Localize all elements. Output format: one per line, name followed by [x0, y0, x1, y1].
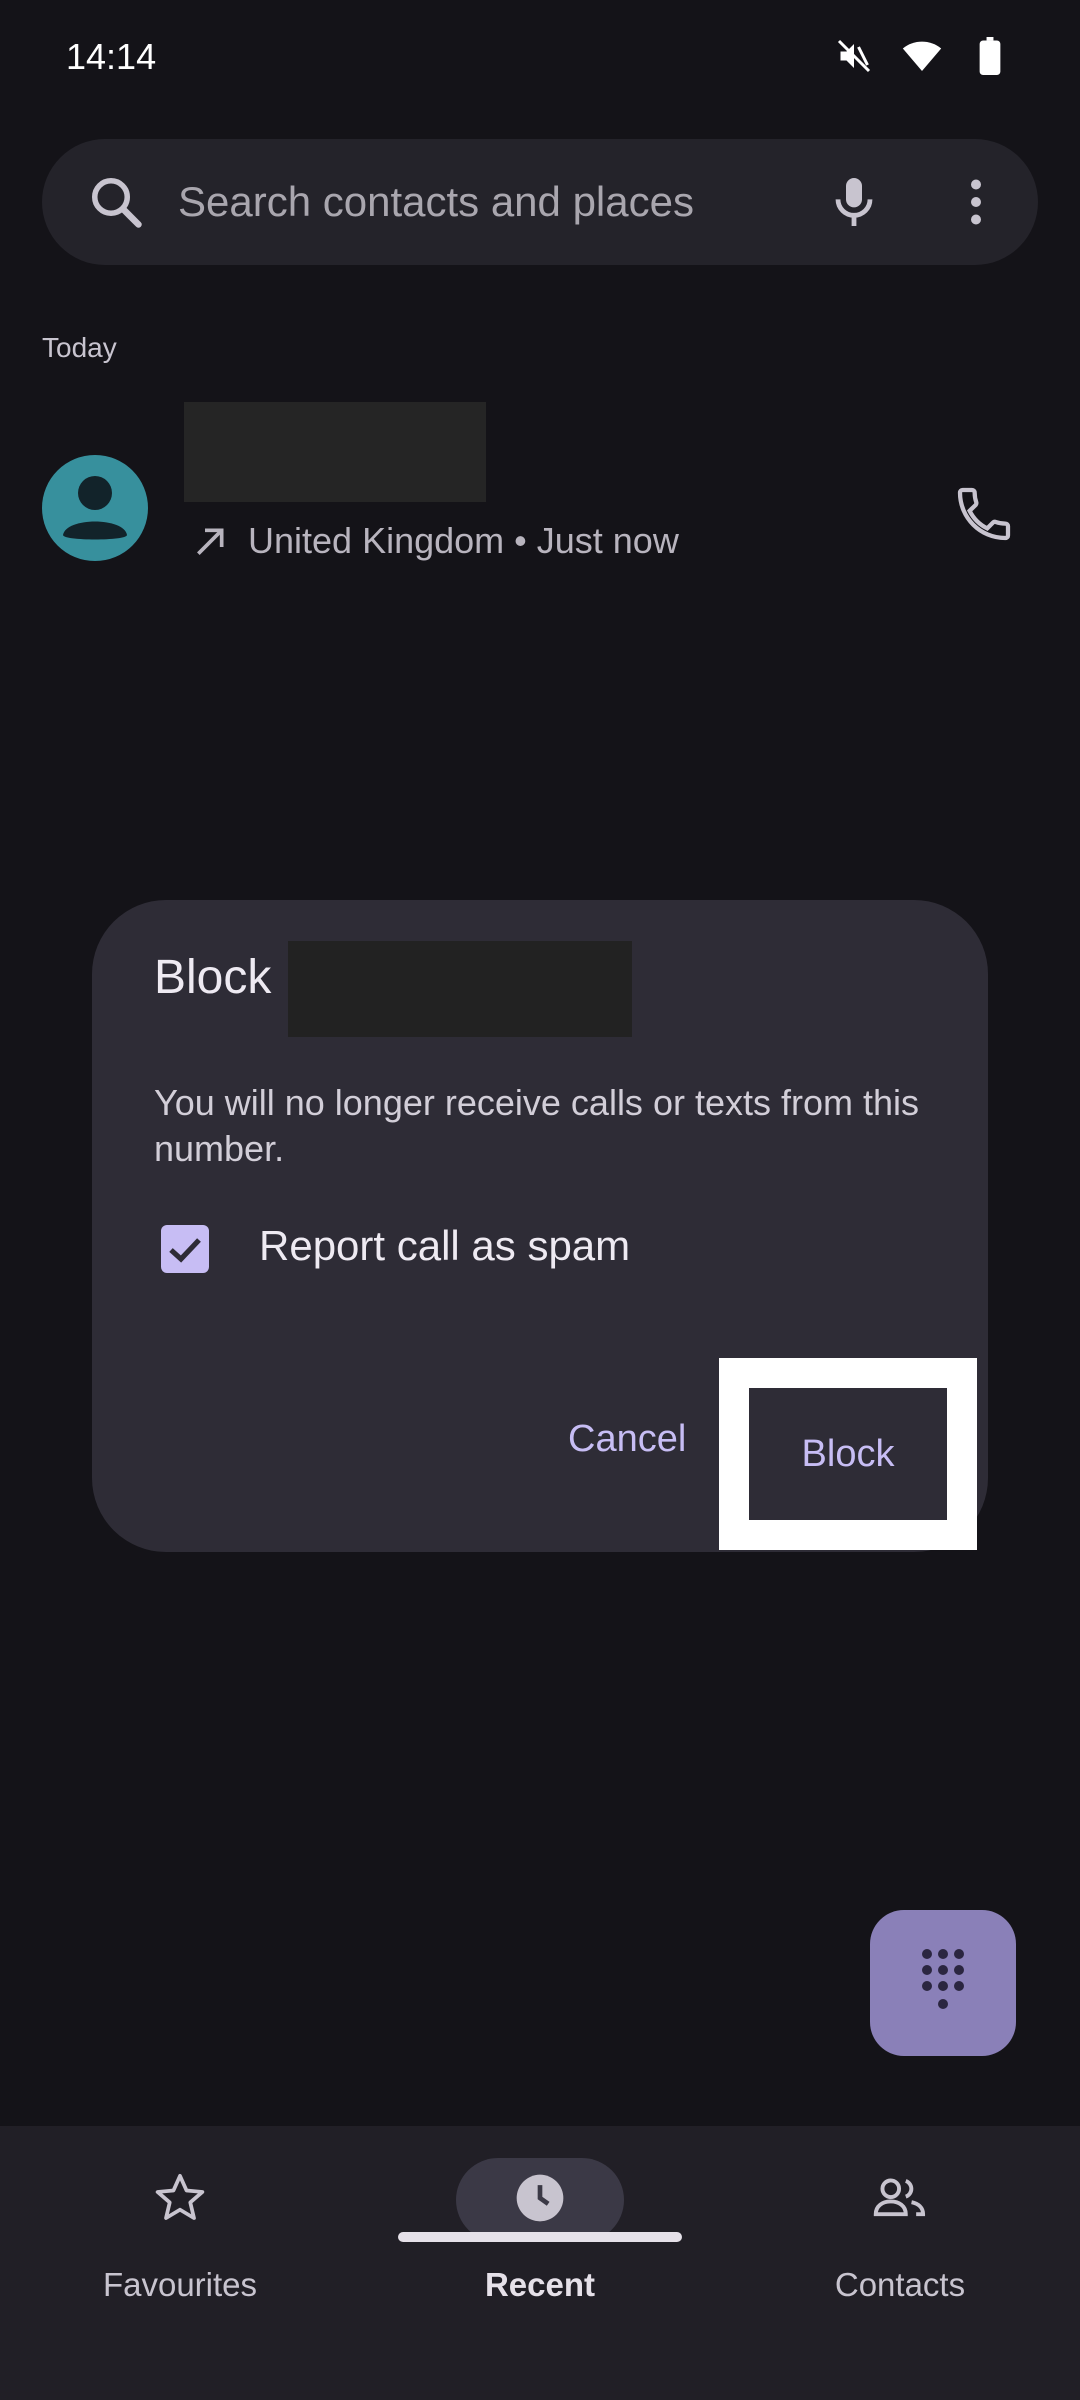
search-icon [86, 172, 146, 232]
outgoing-call-arrow-icon [190, 522, 230, 562]
status-time: 14:14 [66, 36, 157, 77]
dialpad-icon [918, 1946, 968, 2021]
dialog-title: Block [154, 951, 272, 1004]
block-dialog: Block You will no longer receive calls o… [92, 900, 988, 1552]
search-input[interactable]: Search contacts and places [178, 178, 694, 226]
more-options-icon[interactable] [946, 172, 1006, 232]
clock-icon [512, 2170, 568, 2231]
avatar[interactable] [42, 455, 148, 561]
nav-label-favourites: Favourites [102, 2266, 258, 2303]
redacted-number [288, 941, 632, 1037]
star-icon [152, 2170, 208, 2231]
report-spam-label[interactable]: Report call as spam [259, 1222, 630, 1270]
contacts-icon [870, 2170, 930, 2231]
cancel-button[interactable]: Cancel [568, 1418, 686, 1461]
search-bar[interactable]: Search contacts and places [42, 139, 1038, 265]
status-icons [834, 36, 1010, 76]
nav-label-contacts: Contacts [834, 2266, 966, 2303]
nav-label-recent: Recent [484, 2266, 596, 2303]
bottom-navigation: Favourites Recent Contacts [0, 2126, 1080, 2400]
nav-item-favourites[interactable]: Favourites [0, 2126, 360, 2336]
phone-call-icon[interactable] [952, 482, 1016, 546]
redacted-contact-name [184, 402, 486, 502]
nav-item-contacts[interactable]: Contacts [720, 2126, 1080, 2336]
call-log-item[interactable]: United Kingdom • Just now [0, 390, 1080, 590]
status-bar: 14:14 [0, 0, 1080, 118]
nav-item-recent[interactable]: Recent [360, 2126, 720, 2336]
microphone-icon[interactable] [822, 170, 886, 234]
dialog-message: You will no longer receive calls or text… [154, 1082, 919, 1169]
battery-icon [970, 36, 1010, 76]
dialpad-button[interactable] [870, 1910, 1016, 2056]
mute-icon [834, 36, 874, 76]
report-spam-checkbox[interactable] [161, 1225, 209, 1273]
block-button[interactable]: Block [719, 1358, 977, 1550]
wifi-icon [902, 36, 942, 76]
gesture-bar [398, 2232, 682, 2242]
call-meta: United Kingdom • Just now [248, 520, 679, 561]
section-label-today: Today [42, 332, 117, 363]
